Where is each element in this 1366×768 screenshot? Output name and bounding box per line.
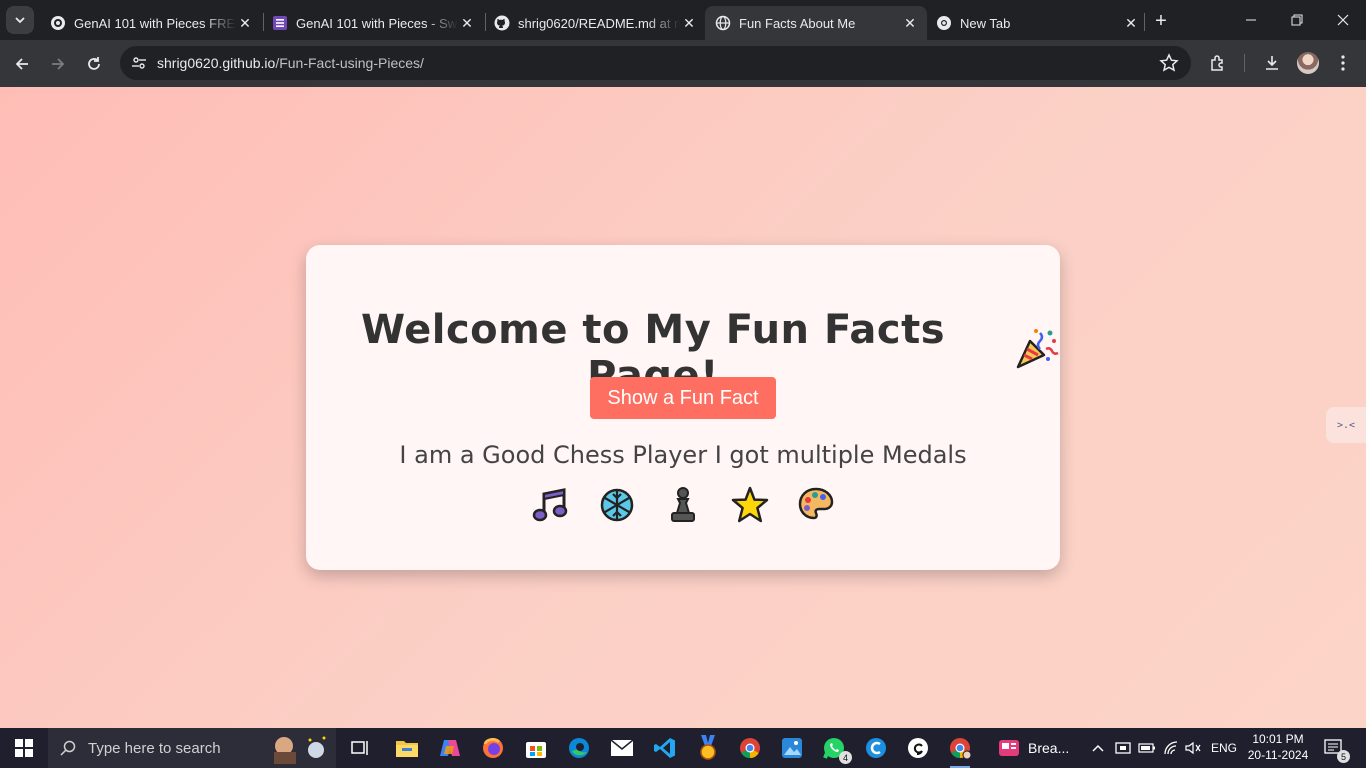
chrome-icon xyxy=(936,15,952,31)
new-tab-button[interactable]: + xyxy=(1148,8,1174,34)
extensions-icon[interactable] xyxy=(1205,50,1231,76)
restore-button[interactable] xyxy=(1274,0,1320,40)
github-icon xyxy=(494,15,510,31)
volume-muted-icon[interactable] xyxy=(1184,738,1202,758)
medal-icon[interactable] xyxy=(692,732,724,764)
windows-logo-icon xyxy=(15,739,33,757)
tab-new-tab[interactable]: New Tab ✕ xyxy=(926,6,1148,40)
fun-facts-card: Welcome to My Fun Facts Page! Show a Fun… xyxy=(306,245,1060,570)
taskbar-search[interactable]: Type here to search xyxy=(48,728,336,768)
tab-github-readme[interactable]: shrig0620/README.md at main ✕ xyxy=(484,6,706,40)
tab-title: shrig0620/README.md at main xyxy=(518,15,680,31)
meet-now-icon[interactable] xyxy=(1114,738,1132,758)
address-bar[interactable]: shrig0620.github.io/Fun-Fact-using-Piece… xyxy=(120,46,1191,80)
palette-icon xyxy=(796,485,836,525)
threads-icon[interactable] xyxy=(902,732,934,764)
url-host: shrig0620.github.io xyxy=(157,55,276,71)
forms-icon xyxy=(272,15,288,31)
search-icon xyxy=(48,740,88,756)
close-icon[interactable]: ✕ xyxy=(1122,14,1140,32)
language-indicator[interactable]: ENG xyxy=(1208,738,1240,758)
minimize-button[interactable] xyxy=(1228,0,1274,40)
news-text: Brea... xyxy=(1028,740,1070,756)
show-fun-fact-button[interactable]: Show a Fun Fact xyxy=(590,377,776,419)
chrome-profile-icon[interactable] xyxy=(944,732,976,768)
copilot-icon[interactable] xyxy=(434,732,466,764)
close-icon[interactable]: ✕ xyxy=(680,14,698,32)
task-view-icon[interactable] xyxy=(344,732,376,764)
notification-count: 5 xyxy=(1337,750,1350,763)
tab-title: New Tab xyxy=(960,15,1011,31)
notification-center-button[interactable]: 5 xyxy=(1322,736,1350,763)
emoji-row xyxy=(530,485,836,525)
search-placeholder: Type here to search xyxy=(88,739,221,757)
chevron-down-icon xyxy=(15,17,25,24)
whatsapp-icon[interactable]: 4 xyxy=(818,732,852,764)
file-explorer-icon[interactable] xyxy=(391,732,423,764)
battery-icon[interactable] xyxy=(1138,738,1156,758)
edge-icon[interactable] xyxy=(563,732,595,764)
start-button[interactable] xyxy=(0,728,48,768)
mail-icon[interactable] xyxy=(606,732,638,764)
chess-pawn-icon xyxy=(663,485,703,525)
menu-kebab-icon[interactable] xyxy=(1330,50,1356,76)
arrow-right-icon xyxy=(52,58,65,70)
download-icon[interactable] xyxy=(1259,50,1285,76)
tab-genai-pieces-free[interactable]: GenAI 101 with Pieces FREE ✕ xyxy=(40,6,262,40)
snowflake-icon xyxy=(597,485,637,525)
fun-fact-text: I am a Good Chess Player I got multiple … xyxy=(399,441,967,469)
page-viewport: Welcome to My Fun Facts Page! Show a Fun… xyxy=(0,87,1366,728)
site-settings-icon[interactable] xyxy=(128,52,150,74)
system-clock[interactable]: 10:01 PM 20-11-2024 xyxy=(1242,731,1314,763)
profile-avatar[interactable] xyxy=(1297,52,1319,74)
restore-icon xyxy=(1291,14,1303,26)
tab-strip: GenAI 101 with Pieces FREE ✕ GenAI 101 w… xyxy=(0,0,1366,40)
tab-search-button[interactable] xyxy=(6,6,34,34)
tab-genai-pieces-swayam[interactable]: GenAI 101 with Pieces - Swayam ✕ xyxy=(262,6,484,40)
tab-title: GenAI 101 with Pieces FREE xyxy=(74,15,236,31)
clock-time: 10:01 PM xyxy=(1252,732,1304,746)
firefox-icon[interactable] xyxy=(477,732,509,764)
wifi-icon[interactable] xyxy=(1162,738,1180,758)
chrome-icon[interactable] xyxy=(734,732,766,764)
close-icon xyxy=(1337,14,1349,26)
forward-button[interactable] xyxy=(43,49,73,79)
tab-title: GenAI 101 with Pieces - Swayam xyxy=(296,15,458,31)
reload-button[interactable] xyxy=(79,49,109,79)
bookmark-star-icon[interactable] xyxy=(1159,53,1179,73)
minimize-icon xyxy=(1246,19,1256,21)
close-window-button[interactable] xyxy=(1320,0,1366,40)
star-icon xyxy=(730,485,770,525)
whatsapp-badge: 4 xyxy=(839,751,852,764)
photos-icon[interactable] xyxy=(776,732,808,764)
url-path: /Fun-Fact-using-Pieces/ xyxy=(275,55,424,71)
toolbar-divider xyxy=(1244,54,1245,72)
pieces-icon xyxy=(50,15,66,31)
tab-fun-facts[interactable]: Fun Facts About Me ✕ xyxy=(705,6,927,40)
news-icon xyxy=(999,740,1019,756)
tab-divider xyxy=(1144,13,1145,31)
globe-icon xyxy=(715,15,731,31)
url-text: shrig0620.github.io/Fun-Fact-using-Piece… xyxy=(157,55,424,71)
side-extension-tab[interactable]: >.< xyxy=(1326,407,1366,443)
plus-icon: + xyxy=(1155,9,1167,32)
store-icon[interactable] xyxy=(520,732,552,764)
vscode-icon[interactable] xyxy=(649,732,681,764)
news-widget[interactable]: Brea... xyxy=(998,732,1069,764)
chevron-up-icon[interactable] xyxy=(1090,738,1106,758)
back-button[interactable] xyxy=(7,49,37,79)
party-popper-icon xyxy=(1014,325,1060,381)
close-icon[interactable]: ✕ xyxy=(901,14,919,32)
reload-icon xyxy=(88,57,100,70)
clock-date: 20-11-2024 xyxy=(1247,748,1309,762)
windows-taskbar: Type here to search 4 Brea... ENG 10:01 … xyxy=(0,728,1366,768)
search-highlight-image xyxy=(264,732,330,764)
close-icon[interactable]: ✕ xyxy=(458,14,476,32)
arrow-left-icon xyxy=(15,58,28,70)
close-icon[interactable]: ✕ xyxy=(236,14,254,32)
browser-toolbar: shrig0620.github.io/Fun-Fact-using-Piece… xyxy=(0,40,1366,87)
c-app-icon[interactable] xyxy=(860,732,892,764)
tab-title: Fun Facts About Me xyxy=(739,15,856,31)
music-note-icon xyxy=(530,485,570,525)
